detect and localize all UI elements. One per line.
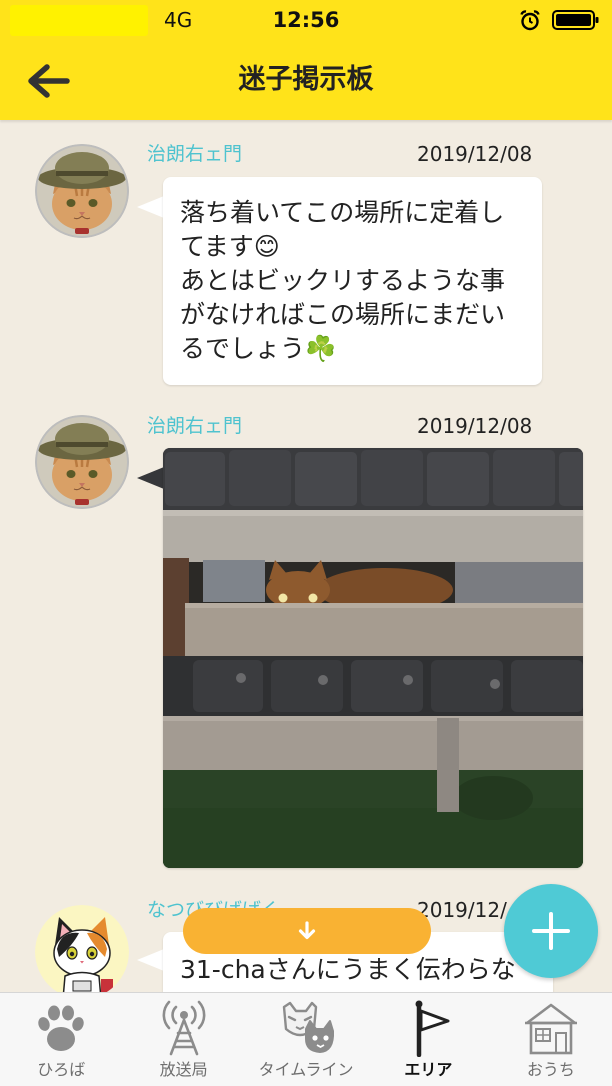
post-item: 治朗右ェ門 2019/12/08 落ち着いてこの場所に定着し てます😊 あとはビ…: [0, 140, 612, 390]
tab-label: おうち: [526, 1060, 575, 1079]
battery-icon: [552, 10, 599, 30]
tab-home[interactable]: おうち: [490, 993, 612, 1086]
broadcast-tower-icon: [162, 1000, 206, 1056]
message-line: てます😊: [180, 232, 280, 261]
avatar[interactable]: [35, 905, 129, 999]
speech-bubble-tail: [137, 467, 164, 489]
avatar[interactable]: [35, 415, 129, 509]
message-line: 31-chaさんにうまく伝わらな: [180, 955, 516, 984]
plus-icon: [532, 912, 570, 950]
app-header: 迷子掲示板: [0, 40, 612, 120]
tab-label: 放送局: [159, 1060, 208, 1079]
post-author[interactable]: 治朗右ェ門: [147, 414, 242, 438]
post-photo[interactable]: [163, 448, 583, 868]
message-bubble[interactable]: 落ち着いてこの場所に定着し てます😊 あとはビックリするような事 がなければこの…: [163, 177, 542, 385]
scroll-to-latest-button[interactable]: [183, 908, 431, 954]
paw-icon: [38, 1005, 84, 1051]
post-date: 2019/12/08: [417, 414, 533, 438]
house-icon: [524, 1003, 577, 1055]
avatar[interactable]: [35, 144, 129, 238]
message-line: がなければこの場所にまだい: [180, 300, 506, 329]
page-title: 迷子掲示板: [238, 64, 374, 95]
post-date: 2019/12/08: [417, 142, 533, 166]
bottom-tab-bar: ひろば 放送局 タイムライン エリア おうち: [0, 992, 612, 1086]
message-line: あとはビックリするような事: [180, 266, 506, 295]
message-line: 落ち着いてこの場所に定着し: [180, 198, 505, 227]
speech-bubble-tail: [137, 196, 164, 218]
tab-area[interactable]: エリア: [367, 993, 489, 1086]
status-bar: 4G 12:56: [0, 0, 612, 40]
tab-label: エリア: [404, 1060, 453, 1079]
tab-label: ひろば: [37, 1060, 86, 1079]
message-line: るでしょう☘️: [180, 334, 337, 363]
arrow-down-icon: [298, 921, 316, 940]
tab-timeline[interactable]: タイムライン: [245, 993, 367, 1086]
speech-bubble-tail: [137, 949, 164, 971]
post-date: 2019/12/: [417, 898, 507, 922]
cat-faces-icon: [282, 1001, 335, 1053]
flag-icon: [415, 1000, 450, 1057]
tab-label: タイムライン: [258, 1060, 354, 1079]
compose-post-button[interactable]: [504, 884, 598, 978]
post-item: 治朗右ェ門 2019/12/08: [0, 410, 612, 870]
post-author[interactable]: 治朗右ェ門: [147, 142, 242, 166]
tab-hiroba[interactable]: ひろば: [0, 993, 122, 1086]
alarm-clock-icon: [520, 10, 540, 31]
tab-broadcast[interactable]: 放送局: [122, 993, 244, 1086]
